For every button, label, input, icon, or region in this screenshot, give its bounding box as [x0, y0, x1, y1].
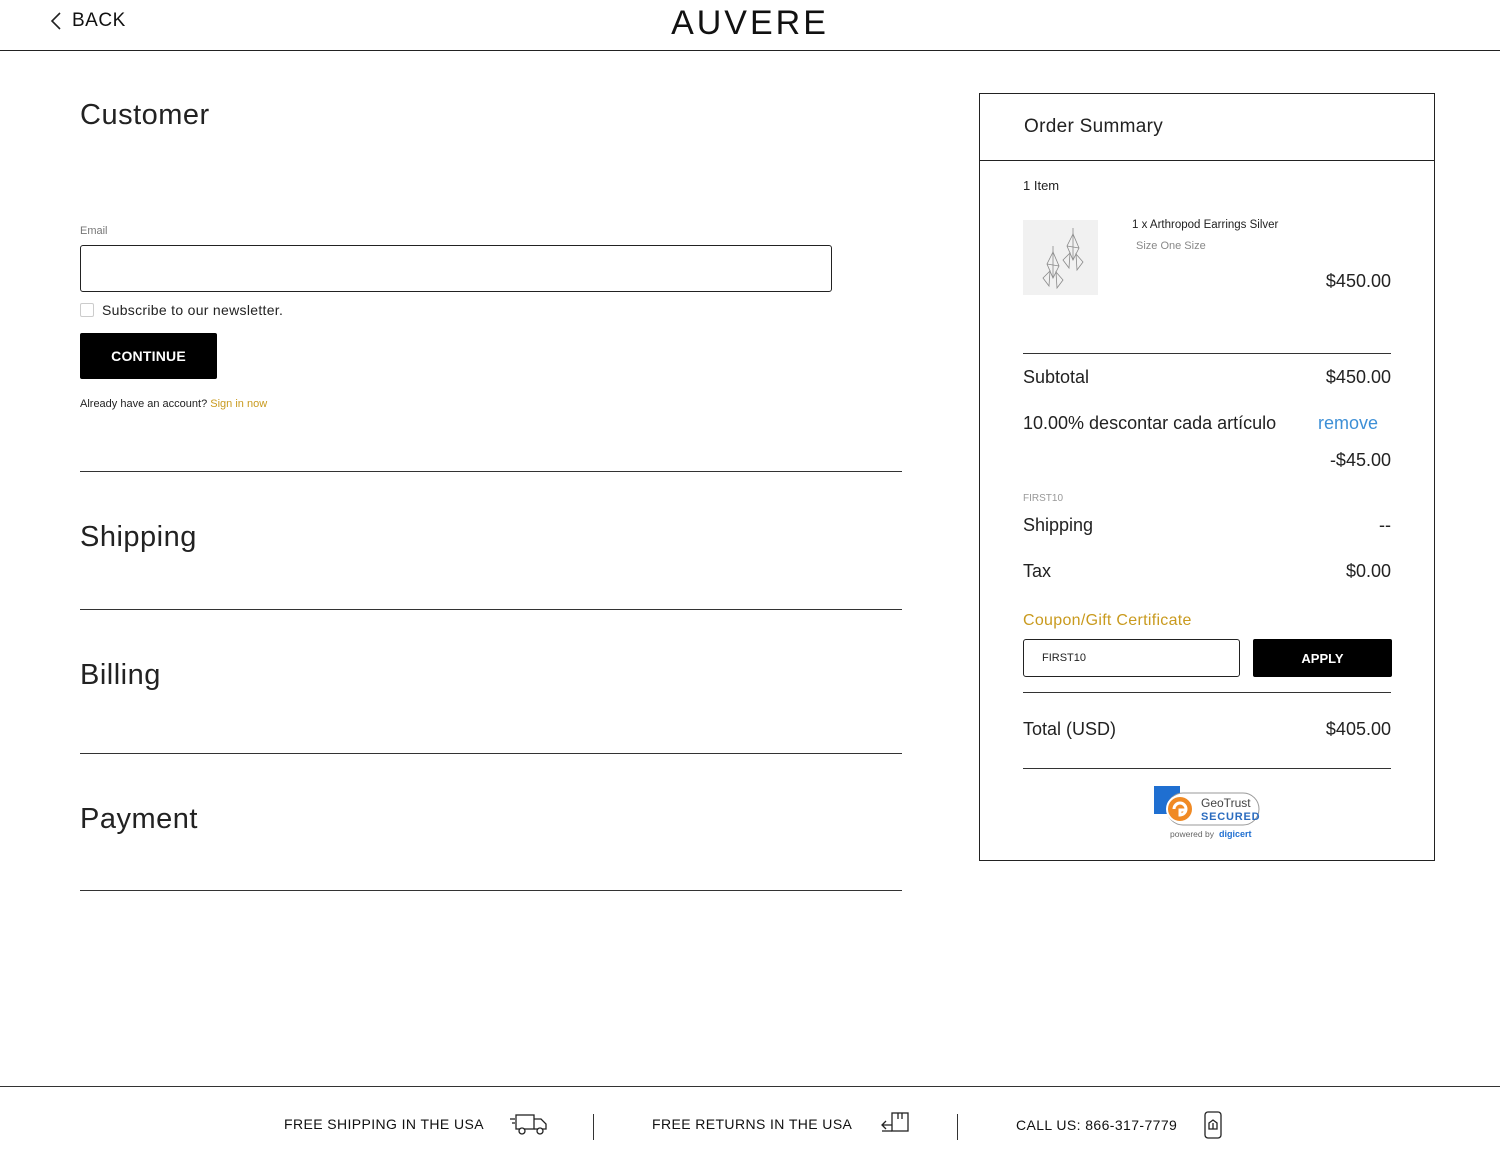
section-divider	[80, 609, 902, 610]
newsletter-option[interactable]: Subscribe to our newsletter.	[80, 302, 283, 318]
order-summary: Order Summary 1 Item 1 x Arthropod Earri…	[979, 93, 1435, 861]
account-prompt: Already have an account?	[80, 398, 208, 410]
total-label: Total (USD)	[1023, 719, 1117, 739]
free-shipping-text: FREE SHIPPING IN THE USA	[284, 1116, 484, 1132]
continue-button[interactable]: CONTINUE	[80, 333, 217, 379]
billing-title: Billing	[80, 659, 161, 691]
coupon-toggle[interactable]: Coupon/Gift Certificate	[1023, 612, 1192, 630]
remove-discount-link[interactable]: remove	[1318, 413, 1378, 434]
subtotal-label: Subtotal	[1023, 367, 1090, 387]
shipping-label: Shipping	[1023, 515, 1094, 535]
customer-title: Customer	[80, 99, 210, 131]
payment-title: Payment	[80, 803, 198, 835]
email-field[interactable]	[80, 245, 832, 292]
item-price: $450.00	[1325, 271, 1391, 291]
item-size: Size One Size	[1136, 240, 1206, 252]
item-count: 1 Item	[1023, 178, 1060, 193]
account-prompt-row: Already have an account? Sign in now	[80, 398, 267, 410]
site-header: BACK AUVERE	[0, 0, 1500, 51]
tax-label: Tax	[1023, 561, 1052, 581]
returns-box-icon	[881, 1112, 909, 1132]
tax-value: $0.00	[1345, 561, 1391, 581]
free-returns-note: FREE RETURNS IN THE USA	[652, 1111, 910, 1137]
site-footer: FREE SHIPPING IN THE USA FREE RETURNS IN…	[0, 1086, 1500, 1166]
phone-icon	[1204, 1111, 1222, 1139]
footer-separator	[957, 1114, 958, 1140]
apply-coupon-button[interactable]: APPLY	[1253, 639, 1392, 677]
badge-title: GeoTrust	[1201, 796, 1251, 810]
brand-logo[interactable]: AUVERE	[0, 4, 1500, 43]
item-name[interactable]: 1 x Arthropod Earrings Silver	[1132, 219, 1278, 231]
newsletter-checkbox[interactable]	[80, 303, 94, 317]
summary-divider	[1023, 692, 1391, 693]
applied-code: FIRST10	[1023, 493, 1064, 504]
email-label: Email	[80, 225, 108, 237]
newsletter-label[interactable]: Subscribe to our newsletter.	[102, 302, 283, 318]
order-summary-title: Order Summary	[1024, 116, 1164, 137]
badge-brand: digicert	[1219, 829, 1252, 839]
footer-separator	[593, 1114, 594, 1140]
product-thumbnail	[1023, 220, 1098, 295]
summary-divider	[1023, 353, 1391, 354]
section-divider	[80, 890, 902, 891]
earrings-image	[1042, 228, 1084, 290]
free-returns-text: FREE RETURNS IN THE USA	[652, 1116, 853, 1132]
delivery-truck-icon	[509, 1114, 547, 1135]
section-divider	[80, 471, 902, 472]
order-summary-header: Order Summary	[980, 94, 1434, 161]
total-value: $405.00	[1325, 719, 1391, 739]
call-us-text[interactable]: CALL US: 866-317-7779	[1016, 1117, 1177, 1133]
badge-powered: powered by	[1170, 829, 1215, 839]
section-divider	[80, 753, 902, 754]
subtotal-value: $450.00	[1325, 367, 1391, 387]
discount-label: 10.00% descontar cada artículo	[1023, 413, 1277, 433]
discount-value: -$45.00	[1329, 450, 1391, 470]
badge-subtitle: SECURED	[1201, 811, 1260, 823]
coupon-input[interactable]	[1023, 639, 1240, 677]
shipping-value: --	[1379, 515, 1391, 535]
summary-divider	[1023, 768, 1391, 769]
free-shipping-note: FREE SHIPPING IN THE USA	[284, 1111, 548, 1137]
sign-in-link[interactable]: Sign in now	[210, 398, 267, 410]
shipping-title: Shipping	[80, 521, 197, 553]
geotrust-badge[interactable]: GeoTrust SECURED powered by digicert	[1153, 785, 1263, 841]
call-us-note[interactable]: CALL US: 866-317-7779	[1016, 1111, 1223, 1139]
